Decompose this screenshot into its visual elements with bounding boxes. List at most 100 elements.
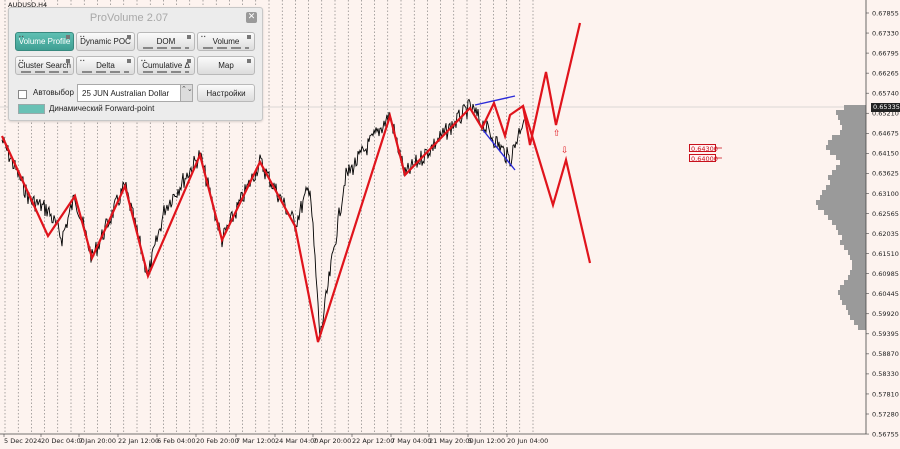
profile-bar bbox=[840, 295, 866, 300]
time-tick-label: 22 Jan 12:00 bbox=[118, 437, 159, 445]
time-tick-label: 21 May 20:00 bbox=[429, 437, 474, 445]
price-tick-label: 0.66795 bbox=[872, 49, 899, 57]
settings-square-icon bbox=[187, 59, 191, 63]
arrow-down-icon: ⇩ bbox=[561, 146, 569, 156]
time-tick-label: 5 Dec 2024 bbox=[4, 437, 41, 445]
profile-bar bbox=[850, 315, 866, 320]
dom-button[interactable]: DOM bbox=[137, 32, 195, 51]
map-button[interactable]: Map bbox=[197, 56, 255, 75]
level-tag-upper: 0.64300 bbox=[689, 144, 718, 153]
dom-label: DOM bbox=[156, 37, 176, 46]
price-tick-label: 0.66265 bbox=[872, 69, 899, 77]
time-tick-label: 7 May 04:00 bbox=[391, 437, 431, 445]
dots-icon: ▪▪ bbox=[19, 58, 25, 64]
bars-icon bbox=[203, 47, 249, 49]
settings-button[interactable]: Настройки bbox=[197, 84, 255, 102]
provolume-panel[interactable]: ProVolume 2.07 ✕ ▪▪ Volume Profile ▪▪ Dy… bbox=[8, 7, 263, 121]
settings-square-icon bbox=[127, 35, 131, 39]
time-axis: 5 Dec 2024 20 Dec 04:007 Jan 20:00 22 Jan … bbox=[3, 434, 548, 445]
forward-point-toggle[interactable] bbox=[18, 104, 45, 114]
profile-bar bbox=[836, 155, 866, 160]
profile-bar bbox=[836, 225, 866, 230]
time-tick-label: 7 Apr 20:00 bbox=[313, 437, 351, 445]
cumulative-delta-label: Cumulative Δ bbox=[142, 61, 190, 70]
settings-square-icon bbox=[187, 35, 191, 39]
profile-bar bbox=[840, 120, 866, 125]
time-tick-label: 20 Feb 20:00 bbox=[196, 437, 239, 445]
profile-bar bbox=[838, 230, 866, 235]
auto-select-label: Автовыбор bbox=[33, 88, 74, 97]
price-tick-label: 0.59920 bbox=[872, 310, 899, 318]
profile-bar bbox=[818, 205, 866, 210]
settings-square-icon bbox=[66, 59, 70, 63]
profile-bar bbox=[826, 185, 866, 190]
profile-bar bbox=[842, 300, 866, 305]
profile-bar bbox=[824, 210, 866, 215]
profile-bar bbox=[828, 140, 866, 145]
time-tick-label: 20 Jun 04:00 bbox=[507, 437, 548, 445]
volume-label: Volume bbox=[212, 37, 240, 46]
delta-button[interactable]: ▪▪ Delta bbox=[76, 56, 135, 75]
profile-bar bbox=[848, 310, 866, 315]
profile-bar bbox=[840, 285, 866, 290]
price-tick-label: 0.60445 bbox=[872, 290, 899, 298]
profile-bar bbox=[854, 320, 866, 325]
price-tick-label: 0.63100 bbox=[872, 190, 899, 198]
volume-profile-label: Volume Profile bbox=[18, 37, 71, 46]
profile-bar bbox=[836, 165, 866, 170]
time-tick-label: 22 Apr 12:00 bbox=[352, 437, 394, 445]
delta-label: Delta bbox=[96, 61, 115, 70]
profile-bar bbox=[852, 260, 866, 265]
time-tick-label: 7 Mar 12:00 bbox=[236, 437, 275, 445]
bars-icon bbox=[143, 47, 189, 49]
profile-bar bbox=[822, 190, 866, 195]
bars-icon bbox=[143, 71, 189, 73]
current-price-tag: 0.65335 bbox=[871, 103, 900, 112]
profile-bar bbox=[820, 195, 866, 200]
price-tick-label: 0.67855 bbox=[872, 9, 899, 17]
dynamic-poc-button[interactable]: ▪▪ Dynamic POC bbox=[76, 32, 135, 51]
cluster-search-button[interactable]: ▪▪ Cluster Search bbox=[15, 56, 74, 75]
volume-button[interactable]: ▪▪ Volume bbox=[197, 32, 255, 51]
profile-bar bbox=[832, 135, 866, 140]
profile-bar bbox=[840, 130, 866, 135]
chevron-updown-icon[interactable]: ⌃⌄ bbox=[180, 85, 193, 101]
dots-icon: ▪▪ bbox=[80, 58, 86, 64]
profile-bar bbox=[840, 240, 866, 245]
level-tag-lower: 0.64000 bbox=[689, 154, 718, 163]
close-icon[interactable]: ✕ bbox=[246, 12, 257, 23]
price-tick-label: 0.67330 bbox=[872, 29, 899, 37]
settings-square-icon bbox=[247, 59, 251, 63]
cumulative-delta-button[interactable]: ▪▪ Cumulative Δ bbox=[137, 56, 195, 75]
settings-label: Настройки bbox=[206, 88, 246, 98]
profile-bar bbox=[858, 325, 866, 330]
profile-bar bbox=[842, 235, 866, 240]
profile-bar bbox=[826, 145, 866, 150]
dynamic-poc-label: Dynamic POC bbox=[80, 37, 131, 46]
profile-bar bbox=[832, 220, 866, 225]
volume-profile-button[interactable]: ▪▪ Volume Profile bbox=[15, 32, 74, 51]
profile-bar bbox=[816, 200, 866, 205]
instrument-value: 25 JUN Australian Dollar bbox=[82, 89, 170, 98]
profile-bar bbox=[850, 255, 866, 260]
profile-bar bbox=[830, 180, 866, 185]
profile-bar bbox=[844, 105, 866, 110]
profile-bar bbox=[832, 170, 866, 175]
price-tick-label: 0.61510 bbox=[872, 250, 899, 258]
settings-square-icon bbox=[247, 35, 251, 39]
price-tick-label: 0.64150 bbox=[872, 150, 899, 158]
cluster-search-label: Cluster Search bbox=[18, 61, 71, 70]
instrument-select[interactable]: 25 JUN Australian Dollar ⌃⌄ bbox=[77, 84, 193, 102]
profile-bar bbox=[848, 275, 866, 280]
price-tick-label: 0.60985 bbox=[872, 270, 899, 278]
time-tick-label: 7 Jan 20:00 bbox=[79, 437, 116, 445]
profile-bar bbox=[828, 175, 866, 180]
price-tick-label: 0.56755 bbox=[872, 430, 899, 438]
profile-bar bbox=[830, 150, 866, 155]
profile-bar bbox=[852, 265, 866, 270]
profile-bar bbox=[846, 305, 866, 310]
auto-select-checkbox[interactable] bbox=[18, 90, 27, 99]
bars-icon bbox=[21, 71, 68, 73]
price-tick-label: 0.57280 bbox=[872, 410, 899, 418]
forward-point-label: Динамический Forward-point bbox=[49, 104, 155, 113]
